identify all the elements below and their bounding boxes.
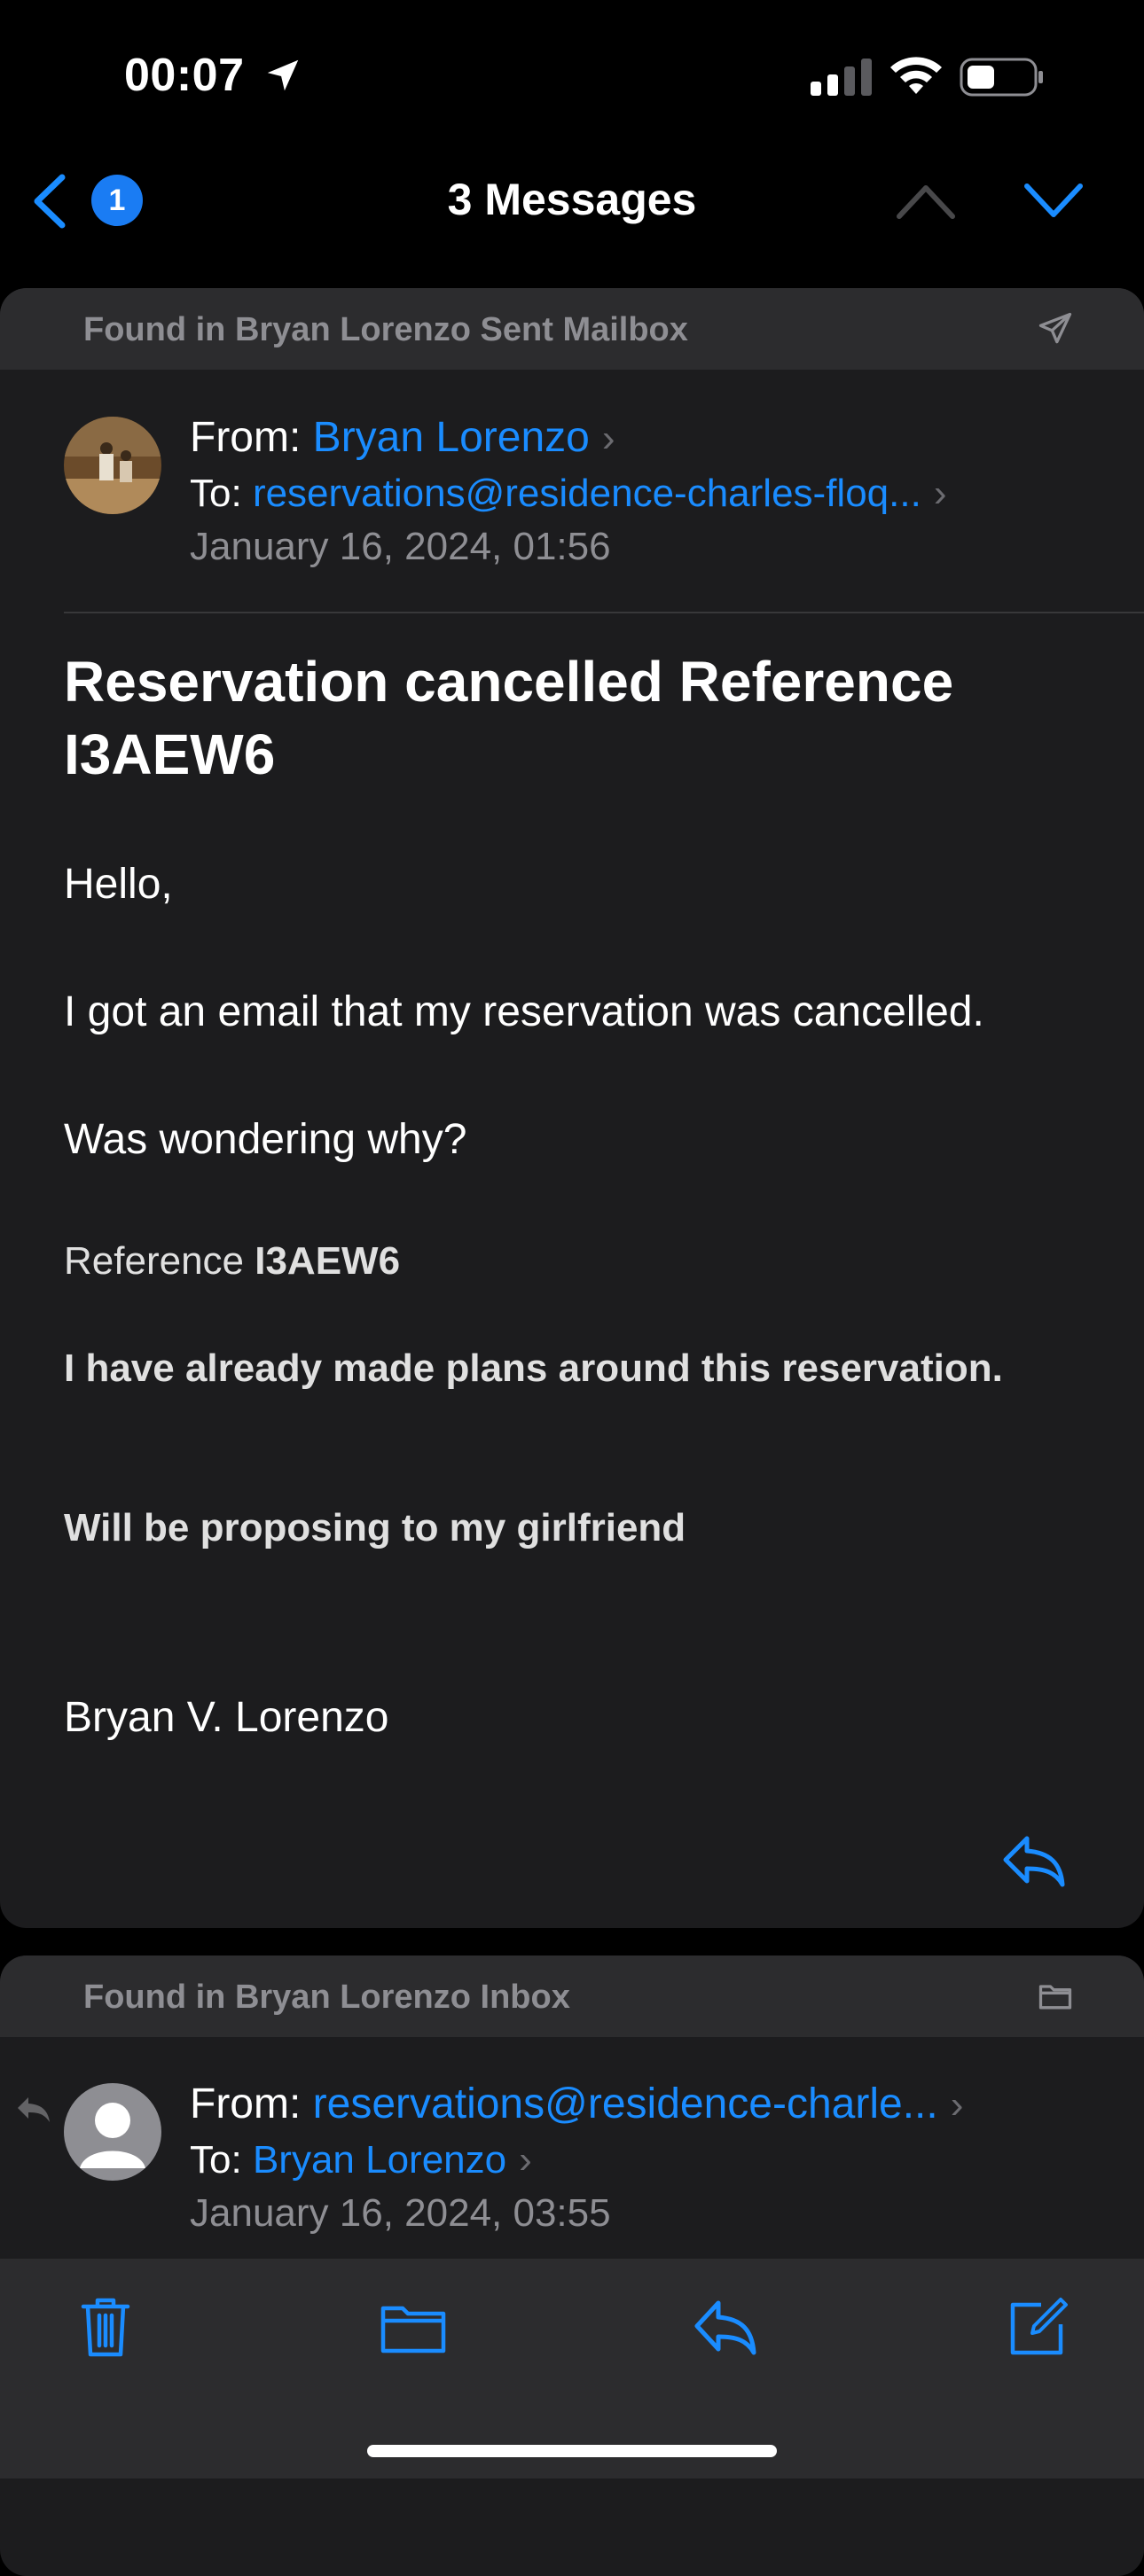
body-greeting: Hello, xyxy=(64,861,173,908)
from-sender-link[interactable]: reservations@residence-charle... xyxy=(313,2080,938,2127)
location-arrow-icon xyxy=(267,59,299,91)
divider xyxy=(64,612,1144,613)
reply-icon[interactable] xyxy=(692,2296,759,2360)
body-signature: Bryan V. Lorenzo xyxy=(64,1694,389,1741)
battery-icon xyxy=(960,58,1043,97)
paper-plane-icon xyxy=(1038,312,1072,344)
chevron-right-icon[interactable]: › xyxy=(951,2083,964,2127)
body-bold-line: I have already made plans around this re… xyxy=(64,1347,1003,1390)
from-line: From: Bryan Lorenzo › xyxy=(190,413,615,462)
home-indicator[interactable] xyxy=(367,2445,777,2457)
chevron-right-icon[interactable]: › xyxy=(602,417,615,461)
to-recipient-link[interactable]: Bryan Lorenzo xyxy=(253,2138,506,2182)
to-recipient-link[interactable]: reservations@residence-charles-floq... xyxy=(253,472,921,515)
message-subject: Reservation cancelled Reference I3AEW6 xyxy=(64,650,954,786)
found-in-label: Found in Bryan Lorenzo Inbox xyxy=(83,1979,570,2016)
nav-title: 3 Messages xyxy=(447,175,697,224)
body-line: I got an email that my reservation was c… xyxy=(64,988,984,1035)
to-line: To: Bryan Lorenzo › xyxy=(190,2138,532,2182)
from-sender-link[interactable]: Bryan Lorenzo xyxy=(313,414,590,461)
folder-icon xyxy=(1038,1985,1072,2010)
found-in-label: Found in Bryan Lorenzo Sent Mailbox xyxy=(83,311,688,348)
from-label: From: xyxy=(190,2080,302,2127)
compose-icon[interactable] xyxy=(1006,2296,1070,2360)
cellular-signal-icon xyxy=(811,59,872,96)
chevron-right-icon[interactable]: › xyxy=(519,2138,532,2182)
reference-code: I3AEW6 xyxy=(255,1239,401,1283)
body-reference: Reference I3AEW6 xyxy=(64,1239,400,1284)
card-header: Found in Bryan Lorenzo Sent Mailbox xyxy=(0,288,1144,370)
reply-icon[interactable] xyxy=(1000,1833,1068,1888)
trash-icon[interactable] xyxy=(78,2296,133,2360)
from-label: From: xyxy=(190,414,302,461)
to-label: To: xyxy=(190,472,242,515)
wifi-icon xyxy=(890,57,942,94)
chevron-up-icon[interactable] xyxy=(894,181,958,220)
chevron-right-icon[interactable]: › xyxy=(934,472,947,516)
message-date: January 16, 2024, 01:56 xyxy=(190,525,611,568)
move-folder-icon[interactable] xyxy=(380,2296,447,2360)
from-line: From: reservations@residence-charle... › xyxy=(190,2080,963,2128)
to-line: To: reservations@residence-charles-floq.… xyxy=(190,472,946,516)
replied-indicator-icon xyxy=(18,2097,50,2122)
reference-label: Reference xyxy=(64,1239,255,1283)
status-time: 00:07 xyxy=(124,50,245,101)
avatar[interactable] xyxy=(64,2083,161,2181)
to-label: To: xyxy=(190,2138,242,2182)
body-line: Was wondering why? xyxy=(64,1116,467,1163)
chevron-down-icon[interactable] xyxy=(1022,181,1085,220)
avatar[interactable] xyxy=(64,417,161,514)
message-date: January 16, 2024, 03:55 xyxy=(190,2191,611,2235)
body-bold-line: Will be proposing to my girlfriend xyxy=(64,1506,686,1550)
card-header: Found in Bryan Lorenzo Inbox xyxy=(0,1955,1144,2037)
